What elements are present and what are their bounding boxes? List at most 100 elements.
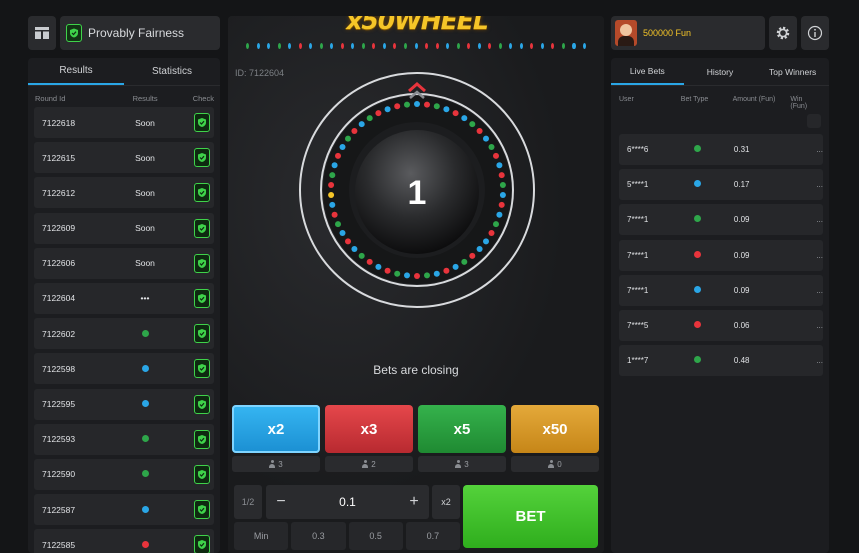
bet-button[interactable]: BET	[463, 485, 598, 548]
history-red-dot	[372, 43, 376, 49]
tab-live-bets[interactable]: Live Bets	[611, 58, 684, 85]
quick-amount-min[interactable]: Min	[234, 522, 289, 550]
verify-shield-icon[interactable]	[194, 535, 210, 553]
verify-shield-icon[interactable]	[194, 394, 210, 414]
col-results: Results	[132, 94, 158, 103]
round-id-cell: 7122615	[42, 152, 76, 163]
tab-history[interactable]: History	[684, 58, 757, 85]
verify-shield-icon[interactable]	[194, 183, 210, 203]
multiplier-x5: x5 3	[418, 405, 506, 472]
table-row: 7122615 Soon	[34, 142, 214, 174]
verify-shield-icon[interactable]	[194, 324, 210, 344]
verify-shield-icon[interactable]	[194, 429, 210, 449]
settings-button[interactable]	[769, 16, 797, 50]
quick-amount-0.5[interactable]: 0.5	[348, 522, 403, 550]
wheel: 1	[299, 72, 535, 308]
game-area: x50WHEEL ID: 7122604 1 Bets are closing …	[228, 16, 604, 553]
wheel-segment-dot	[358, 121, 365, 128]
provably-fairness-button[interactable]: Provably Fairness	[60, 16, 220, 50]
history-blue-dot	[256, 43, 260, 49]
multiplier-x50: x50 0	[511, 405, 599, 472]
wheel-segment-dot	[339, 230, 346, 236]
balance-amount: 500000 Fun	[643, 28, 692, 38]
quick-amount-0.3[interactable]: 0.3	[291, 522, 346, 550]
increase-button[interactable]: +	[407, 493, 421, 511]
tab-results[interactable]: Results	[28, 58, 124, 85]
history-blue-dot	[572, 43, 576, 49]
wheel-segment-dot	[351, 246, 358, 252]
bet-x5-button[interactable]: x5	[418, 405, 506, 453]
verify-shield-icon[interactable]	[194, 359, 210, 379]
shield-check-icon	[66, 24, 82, 42]
verify-shield-icon[interactable]	[194, 113, 210, 132]
quick-amount-0.7[interactable]: 0.7	[405, 522, 460, 550]
decrease-button[interactable]: −	[274, 493, 288, 511]
wheel-segment-dot	[496, 211, 503, 218]
wheel-pointer	[408, 82, 426, 99]
round-status: Bets are closing	[373, 363, 459, 377]
bettor-count: 3	[418, 456, 506, 472]
verify-shield-icon[interactable]	[194, 500, 210, 520]
table-row: 7122593	[34, 423, 214, 455]
bettor-count-value: 3	[464, 459, 469, 469]
left-panel: Provably Fairness Results Statistics Rou…	[28, 16, 220, 553]
game-logo: x50WHEEL	[346, 16, 489, 35]
half-amount-button[interactable]: 1/2	[234, 485, 262, 519]
bet-win: ...	[816, 320, 823, 330]
result-cell	[104, 399, 194, 409]
history-blue-dot	[309, 43, 313, 49]
verify-shield-icon[interactable]	[194, 253, 210, 273]
col-bet-type: Bet Type	[680, 96, 709, 103]
game-app: Provably Fairness Results Statistics Rou…	[0, 0, 859, 553]
history-red-dot	[467, 43, 471, 49]
history-blue-dot	[540, 43, 544, 49]
bet-user: 1****7	[627, 356, 649, 366]
bet-x3-button[interactable]: x3	[325, 405, 413, 453]
bet-user: 7****5	[627, 320, 649, 330]
bet-red-dot	[694, 320, 702, 328]
verify-shield-icon[interactable]	[194, 148, 210, 168]
bet-row: 6****6 0.31...	[619, 134, 823, 165]
user-icon	[548, 460, 555, 468]
verify-shield-icon[interactable]	[194, 218, 210, 238]
result-cell: Soon	[135, 223, 155, 234]
right-panel: 500000 Fun Live Bets History Top Winners…	[611, 16, 829, 553]
tab-statistics[interactable]: Statistics	[124, 58, 220, 85]
bet-x2-button[interactable]: x2	[232, 405, 320, 453]
wheel-segment-dot	[488, 230, 495, 236]
tab-top-winners[interactable]: Top Winners	[756, 58, 829, 85]
bet-amount-stepper[interactable]: − 0.1 +	[266, 485, 429, 519]
result-cell: Soon	[135, 117, 155, 128]
bet-row: 7****5 0.06...	[619, 309, 823, 341]
bet-type	[694, 215, 734, 224]
history-blue-dot	[519, 43, 523, 49]
verify-shield-icon[interactable]	[194, 288, 210, 308]
bet-row: 7****1 0.09...	[619, 274, 823, 306]
history-blue-dot	[446, 43, 450, 49]
wheel-segment-dot	[329, 201, 336, 208]
result-green-dot	[141, 470, 149, 478]
sort-toggle[interactable]	[807, 114, 821, 128]
wheel-segment-dot	[496, 162, 503, 169]
bet-win: ...	[816, 285, 823, 295]
result-cell: •••	[140, 293, 150, 304]
bet-user: 7****1	[627, 250, 649, 260]
quick-amounts: Min 0.3 0.5 0.7	[234, 522, 460, 550]
history-red-dot	[393, 43, 397, 49]
col-round-id: Round Id	[35, 94, 66, 103]
result-blue-dot	[141, 505, 149, 513]
bet-x50-button[interactable]: x50	[511, 405, 599, 453]
double-amount-button[interactable]: x2	[432, 485, 460, 519]
wheel-segment-dot	[351, 128, 358, 134]
table-row: 7122585	[34, 529, 214, 553]
layout-menu-button[interactable]	[28, 16, 56, 50]
bet-amount-value[interactable]: 0.1	[339, 495, 356, 509]
user-balance[interactable]: 500000 Fun	[611, 16, 765, 50]
verify-shield-icon[interactable]	[194, 464, 210, 484]
info-button[interactable]	[801, 16, 829, 50]
user-icon	[455, 460, 462, 468]
round-id-cell: 7122618	[42, 117, 76, 128]
wheel-segment-dot	[443, 106, 450, 113]
history-green-dot	[403, 43, 407, 49]
wheel-segment-dot	[331, 211, 338, 218]
